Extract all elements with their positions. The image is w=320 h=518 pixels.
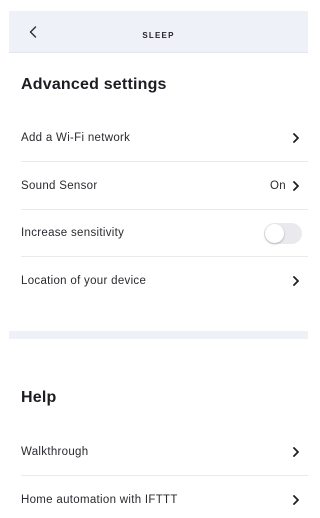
row-label: Increase sensitivity <box>21 227 125 239</box>
row-label: Location of your device <box>21 274 147 287</box>
sound-sensor-row[interactable]: Sound Sensor On <box>21 163 308 210</box>
section-divider <box>9 331 308 339</box>
row-label: Home automation with IFTTT <box>21 493 178 506</box>
help-heading: Help <box>21 389 57 406</box>
chevron-right-icon <box>293 133 299 143</box>
sound-sensor-value: On <box>270 180 286 192</box>
top-bar: SLEEP <box>9 11 308 53</box>
page-title: SLEEP <box>142 31 175 40</box>
toggle-knob <box>265 223 284 243</box>
sensitivity-toggle[interactable] <box>264 222 302 244</box>
walkthrough-row[interactable]: Walkthrough <box>21 429 308 476</box>
ifttt-row[interactable]: Home automation with IFTTT <box>21 476 308 518</box>
advanced-settings-heading: Advanced settings <box>21 76 167 93</box>
chevron-right-icon <box>293 494 299 505</box>
increase-sensitivity-row: Increase sensitivity <box>21 210 308 257</box>
chevron-right-icon <box>293 275 299 286</box>
add-wifi-row[interactable]: Add a Wi-Fi network <box>21 115 308 162</box>
chevron-right-icon <box>293 181 299 191</box>
chevron-right-icon <box>293 447 299 457</box>
row-label: Walkthrough <box>21 446 89 458</box>
row-label: Add a Wi-Fi network <box>21 132 131 144</box>
device-location-row[interactable]: Location of your device <box>21 257 308 304</box>
row-label: Sound Sensor <box>21 180 98 192</box>
